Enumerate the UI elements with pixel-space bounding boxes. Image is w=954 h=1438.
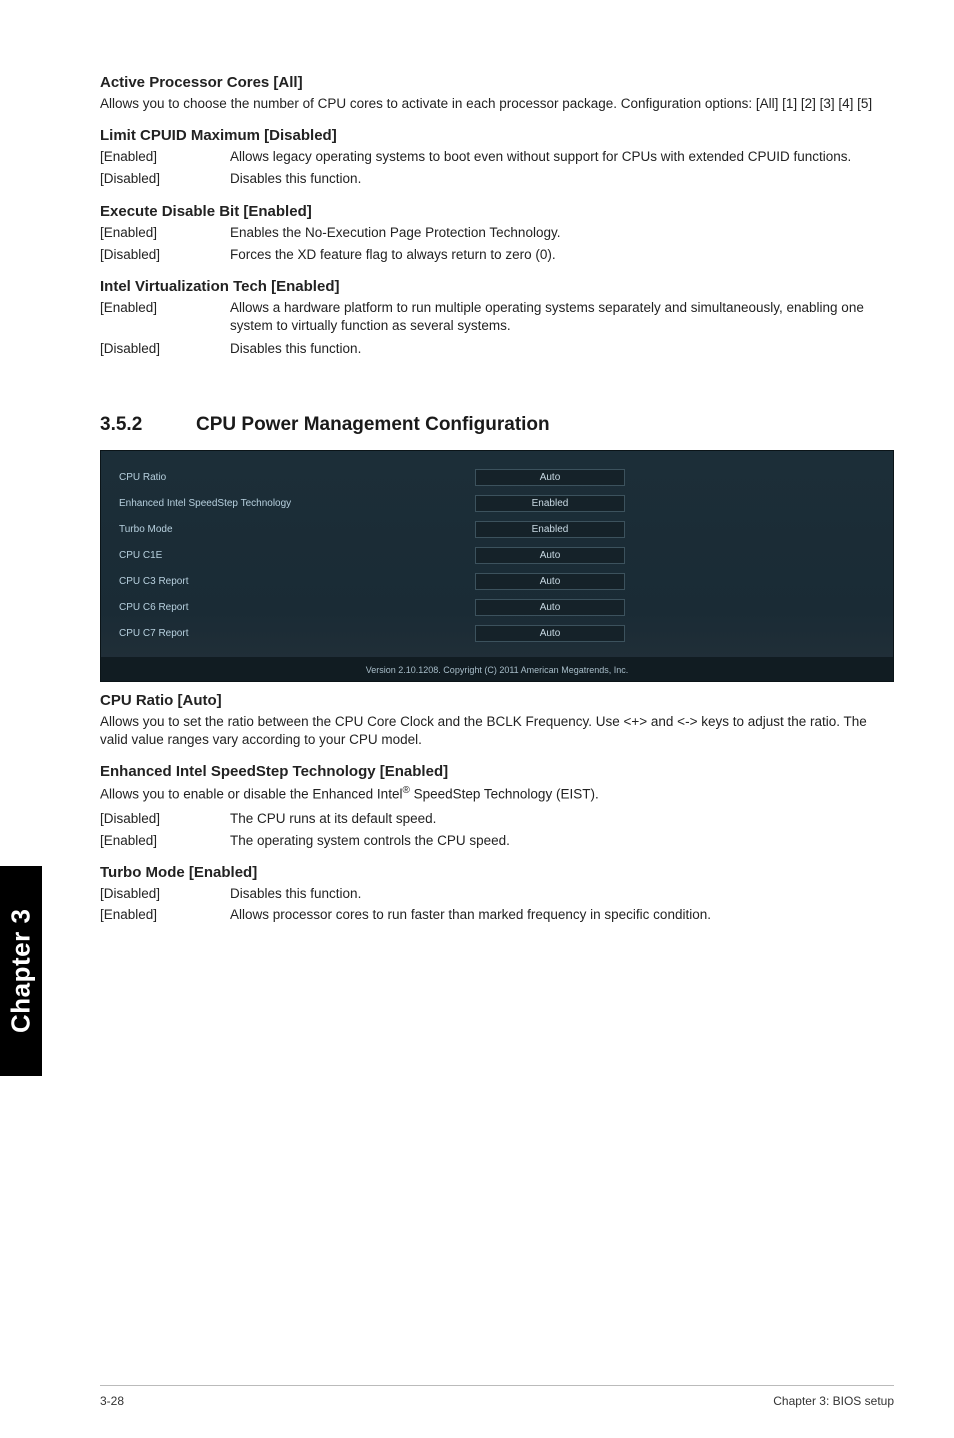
paragraph-enhanced-speedstep: Allows you to enable or disable the Enha…	[100, 784, 894, 804]
def-key: [Enabled]	[100, 906, 230, 924]
def-row: [Enabled] Allows a hardware platform to …	[100, 299, 894, 335]
def-key: [Disabled]	[100, 170, 230, 188]
def-row: [Disabled] Disables this function.	[100, 340, 894, 358]
bios-footer-version: Version 2.10.1208. Copyright (C) 2011 Am…	[101, 657, 893, 681]
bios-value[interactable]: Enabled	[475, 521, 625, 538]
def-val: Allows processor cores to run faster tha…	[230, 906, 894, 924]
def-row: [Enabled] The operating system controls …	[100, 832, 894, 850]
section-number: 3.5.2	[100, 414, 196, 436]
heading-limit-cpuid-maximum: Limit CPUID Maximum [Disabled]	[100, 127, 894, 144]
def-key: [Disabled]	[100, 246, 230, 264]
bios-value[interactable]: Auto	[475, 547, 625, 564]
page-number: 3-28	[100, 1394, 124, 1408]
def-key: [Disabled]	[100, 885, 230, 903]
def-val: Disables this function.	[230, 885, 894, 903]
heading-intel-virtualization-tech: Intel Virtualization Tech [Enabled]	[100, 278, 894, 295]
heading-turbo-mode: Turbo Mode [Enabled]	[100, 864, 894, 881]
def-val: Enables the No-Execution Page Protection…	[230, 224, 894, 242]
section-title: CPU Power Management Configuration	[196, 414, 550, 435]
bios-label: CPU Ratio	[119, 472, 475, 483]
heading-enhanced-speedstep: Enhanced Intel SpeedStep Technology [Ena…	[100, 763, 894, 780]
bios-row: CPU C7 Report Auto	[119, 621, 875, 647]
def-key: [Enabled]	[100, 148, 230, 166]
heading-execute-disable-bit: Execute Disable Bit [Enabled]	[100, 203, 894, 220]
def-key: [Enabled]	[100, 224, 230, 242]
registered-symbol: ®	[402, 785, 409, 796]
def-key: [Disabled]	[100, 810, 230, 828]
paragraph-active-processor-cores: Allows you to choose the number of CPU c…	[100, 95, 894, 113]
bios-row: CPU C1E Auto	[119, 543, 875, 569]
def-val: Forces the XD feature flag to always ret…	[230, 246, 894, 264]
def-key: [Enabled]	[100, 299, 230, 335]
def-val: Allows legacy operating systems to boot …	[230, 148, 894, 166]
bios-label: Turbo Mode	[119, 524, 475, 535]
bios-label: Enhanced Intel SpeedStep Technology	[119, 498, 475, 509]
def-val: The operating system controls the CPU sp…	[230, 832, 894, 850]
bios-value[interactable]: Auto	[475, 625, 625, 642]
text-part: Allows you to enable or disable the Enha…	[100, 787, 402, 802]
def-key: [Disabled]	[100, 340, 230, 358]
def-val: The CPU runs at its default speed.	[230, 810, 894, 828]
bios-value[interactable]: Auto	[475, 599, 625, 616]
bios-label: CPU C6 Report	[119, 602, 475, 613]
paragraph-cpu-ratio: Allows you to set the ratio between the …	[100, 713, 894, 749]
def-val: Allows a hardware platform to run multip…	[230, 299, 894, 335]
bios-label: CPU C3 Report	[119, 576, 475, 587]
def-row: [Enabled] Enables the No-Execution Page …	[100, 224, 894, 242]
def-key: [Enabled]	[100, 832, 230, 850]
def-row: [Enabled] Allows legacy operating system…	[100, 148, 894, 166]
def-val: Disables this function.	[230, 170, 894, 188]
bios-value[interactable]: Auto	[475, 469, 625, 486]
bios-label: CPU C1E	[119, 550, 475, 561]
def-row: [Disabled] Forces the XD feature flag to…	[100, 246, 894, 264]
heading-active-processor-cores: Active Processor Cores [All]	[100, 74, 894, 91]
bios-row: CPU C6 Report Auto	[119, 595, 875, 621]
def-row: [Disabled] The CPU runs at its default s…	[100, 810, 894, 828]
bios-row: CPU C3 Report Auto	[119, 569, 875, 595]
page-footer: 3-28 Chapter 3: BIOS setup	[100, 1385, 894, 1408]
def-val: Disables this function.	[230, 340, 894, 358]
chapter-side-tab: Chapter 3	[0, 866, 42, 1076]
section-heading-cpu-power-management: 3.5.2CPU Power Management Configuration	[100, 414, 894, 436]
bios-row: Enhanced Intel SpeedStep Technology Enab…	[119, 491, 875, 517]
bios-row: Turbo Mode Enabled	[119, 517, 875, 543]
bios-value[interactable]: Auto	[475, 573, 625, 590]
bios-row: CPU Ratio Auto	[119, 465, 875, 491]
def-row: [Enabled] Allows processor cores to run …	[100, 906, 894, 924]
text-part: SpeedStep Technology (EIST).	[410, 787, 599, 802]
bios-label: CPU C7 Report	[119, 628, 475, 639]
def-row: [Disabled] Disables this function.	[100, 885, 894, 903]
heading-cpu-ratio: CPU Ratio [Auto]	[100, 692, 894, 709]
bios-value[interactable]: Enabled	[475, 495, 625, 512]
bios-settings-panel: CPU Ratio Auto Enhanced Intel SpeedStep …	[100, 450, 894, 682]
chapter-label: Chapter 3: BIOS setup	[773, 1394, 894, 1408]
def-row: [Disabled] Disables this function.	[100, 170, 894, 188]
